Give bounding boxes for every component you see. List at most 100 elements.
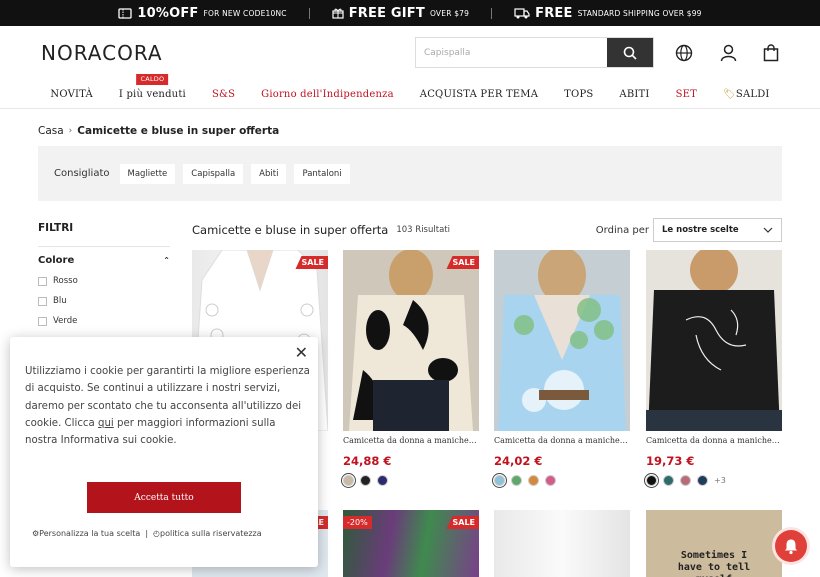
nav-item-novita[interactable]: NOVITÀ bbox=[37, 80, 106, 108]
product-name[interactable]: Camicetta da donna a maniche lunghe bbox=[343, 436, 479, 445]
recommended-chip[interactable]: Pantaloni bbox=[294, 163, 350, 184]
product-card[interactable]: -20% SALE bbox=[343, 510, 479, 577]
product-card[interactable]: SALE Camicetta da donna a maniche lunghe… bbox=[343, 250, 479, 486]
language-globe-button[interactable] bbox=[673, 42, 695, 64]
product-price: 24,02 € bbox=[494, 454, 543, 468]
sort-value: Le nostre scelte bbox=[662, 225, 739, 235]
search-icon bbox=[623, 46, 637, 60]
promo-coupon[interactable]: 10%OFF FOR NEW CODE10NC bbox=[118, 6, 287, 21]
filter-option[interactable]: Rosso bbox=[38, 276, 170, 286]
product-image[interactable] bbox=[494, 510, 630, 577]
product-price: 19,73 € bbox=[646, 454, 695, 468]
filters-panel: FILTRI Colore ⌃ Rosso Blu Verde bbox=[38, 222, 170, 326]
color-swatch[interactable] bbox=[511, 475, 522, 486]
site-logo[interactable]: NORACORA bbox=[41, 41, 163, 65]
color-swatch[interactable] bbox=[545, 475, 556, 486]
recommended-bar: Consigliato Magliette Capispalla Abiti P… bbox=[38, 146, 782, 201]
sort-label: Ordina per bbox=[595, 224, 649, 236]
accept-all-button[interactable]: Accetta tutto bbox=[87, 482, 241, 513]
filters-title: FILTRI bbox=[38, 222, 170, 247]
tag-icon: 🏷 bbox=[722, 89, 736, 100]
sale-badge: SALE bbox=[446, 516, 479, 529]
nav-item-ss[interactable]: S&S bbox=[199, 80, 248, 108]
product-image[interactable]: -20% SALE bbox=[343, 510, 479, 577]
promo-divider bbox=[491, 7, 493, 19]
filter-option-label: Verde bbox=[53, 316, 78, 326]
color-swatch[interactable] bbox=[343, 475, 354, 486]
promo-shipping-text: STANDARD SHIPPING OVER $99 bbox=[577, 8, 702, 18]
search-button[interactable] bbox=[607, 38, 653, 67]
nav-item-shop-by-theme[interactable]: ACQUISTA PER TEMA bbox=[407, 80, 551, 108]
filter-option-label: Blu bbox=[53, 296, 67, 306]
color-swatch[interactable] bbox=[663, 475, 674, 486]
cart-button[interactable] bbox=[760, 42, 782, 64]
color-swatch[interactable] bbox=[528, 475, 539, 486]
nav-item-independence-day[interactable]: Giorno dell'Indipendenza bbox=[248, 80, 407, 108]
checkbox[interactable] bbox=[38, 316, 47, 326]
truck-icon bbox=[514, 7, 530, 18]
color-swatch[interactable] bbox=[377, 475, 388, 486]
recommended-chip[interactable]: Capispalla bbox=[183, 163, 244, 184]
privacy-link[interactable]: ◴politica sulla riservatezza bbox=[153, 529, 262, 538]
product-image[interactable]: SALE bbox=[343, 250, 479, 431]
checkbox[interactable] bbox=[38, 296, 47, 306]
breadcrumb-home[interactable]: Casa bbox=[38, 125, 64, 137]
product-image[interactable] bbox=[646, 250, 782, 431]
promo-divider bbox=[308, 7, 310, 19]
product-name[interactable]: Camicetta da donna a maniche lunghe bbox=[646, 436, 782, 445]
checkbox[interactable] bbox=[38, 276, 47, 286]
nav-item-bestsellers[interactable]: CALDO I più venduti bbox=[106, 74, 199, 108]
cookie-dialog: ✕ Utilizziamo i cookie per garantirti la… bbox=[10, 337, 318, 567]
nav-item-saldi[interactable]: 🏷SALDI bbox=[710, 80, 783, 108]
cookie-links: ⚙Personalizza la tua scelta | ◴politica … bbox=[32, 529, 262, 538]
nav-item-label: I più venduti bbox=[118, 89, 186, 100]
filter-option[interactable]: Verde bbox=[38, 316, 170, 326]
result-count: 103 Risultati bbox=[396, 225, 450, 235]
promo-gift[interactable]: FREE GIFT OVER $79 bbox=[332, 6, 469, 21]
listing-title: Camicette e bluse in super offerta bbox=[192, 223, 389, 237]
product-card[interactable]: Camicetta da donna a maniche lunghe 24,0… bbox=[494, 250, 630, 486]
product-card[interactable] bbox=[494, 510, 630, 577]
recommended-chip[interactable]: Magliette bbox=[119, 163, 176, 184]
product-price: 24,88 € bbox=[343, 454, 392, 468]
bell-icon bbox=[785, 539, 797, 554]
promo-bar: 10%OFF FOR NEW CODE10NC FREE GIFT OVER $… bbox=[0, 0, 820, 26]
sort-select[interactable]: Le nostre scelte bbox=[653, 218, 782, 242]
account-button[interactable] bbox=[717, 42, 739, 64]
more-colors[interactable]: +3 bbox=[714, 476, 726, 485]
color-swatch[interactable] bbox=[360, 475, 371, 486]
promo-shipping[interactable]: FREE STANDARD SHIPPING OVER $99 bbox=[514, 6, 702, 21]
nav-item-set[interactable]: SET bbox=[663, 80, 710, 108]
chevron-down-icon bbox=[763, 227, 773, 233]
filter-option[interactable]: Blu bbox=[38, 296, 170, 306]
product-card[interactable]: Sometimes I have to tell myself bbox=[646, 510, 782, 577]
color-swatch[interactable] bbox=[680, 475, 691, 486]
customize-label: Personalizza la tua scelta bbox=[39, 529, 141, 538]
product-name[interactable]: Camicetta da donna a maniche lunghe bbox=[494, 436, 630, 445]
recommended-chip[interactable]: Abiti bbox=[251, 163, 287, 184]
chevron-right-icon: › bbox=[68, 126, 73, 136]
color-swatches: +3 bbox=[646, 475, 782, 486]
color-swatch[interactable] bbox=[494, 475, 505, 486]
site-header: NORACORA bbox=[0, 26, 820, 80]
customize-link[interactable]: ⚙Personalizza la tua scelta bbox=[32, 529, 140, 538]
breadcrumb-current: Camicette e bluse in super offerta bbox=[77, 125, 280, 137]
filter-group-color[interactable]: Colore ⌃ bbox=[38, 255, 170, 266]
discount-badge: -20% bbox=[343, 516, 372, 529]
notification-button[interactable] bbox=[775, 530, 807, 562]
nav-item-tops[interactable]: TOPS bbox=[551, 80, 606, 108]
color-swatch[interactable] bbox=[697, 475, 708, 486]
user-icon bbox=[720, 44, 736, 62]
product-card[interactable]: Camicetta da donna a maniche lunghe 19,7… bbox=[646, 250, 782, 486]
promo-coupon-text: FOR NEW CODE10NC bbox=[203, 8, 287, 18]
product-image[interactable] bbox=[494, 250, 630, 431]
cookie-info-link[interactable]: qui bbox=[98, 418, 114, 429]
link-separator: | bbox=[145, 529, 149, 538]
product-image[interactable]: Sometimes I have to tell myself bbox=[646, 510, 782, 577]
color-swatches bbox=[343, 475, 479, 486]
close-icon[interactable]: ✕ bbox=[295, 343, 308, 362]
color-swatch[interactable] bbox=[646, 475, 657, 486]
nav-item-abiti[interactable]: ABITI bbox=[606, 80, 662, 108]
search-input[interactable] bbox=[416, 38, 607, 67]
privacy-label: politica sulla riservatezza bbox=[160, 529, 262, 538]
